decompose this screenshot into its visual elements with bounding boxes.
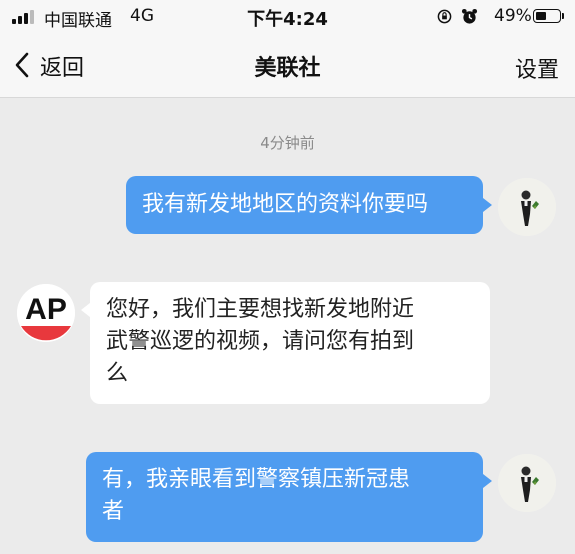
status-time: 下午4:24 [247,9,328,30]
person-avatar-icon [498,454,556,512]
message-bubble-outgoing[interactable]: 我有新发地地区的资料你要吗 [126,176,483,234]
message-timestamp: 4分钟前 [260,134,315,152]
ap-avatar[interactable]: AP [17,284,75,342]
nav-bar: 返回 美联社 设置 [0,34,575,98]
message-line: 武警巡逻的视频，请问您有拍到 [106,329,415,354]
ap-logo-text: AP [25,293,67,326]
rotation-lock-icon [437,9,452,24]
battery-cap [562,13,564,19]
bubble-tail [483,474,492,488]
message-text: 我有新发地地区的资料你要吗 [142,192,429,217]
message-line: 么 [106,361,129,386]
message-bubble-incoming[interactable]: 您好，我们主要想找新发地附近 武警巡逻的视频，请问您有拍到 么 [90,282,490,404]
person-avatar-icon [498,178,556,236]
message-line: 者 [102,499,125,524]
message-line: 有，我亲眼看到警察镇压新冠患 [102,467,411,492]
message-bubble-outgoing[interactable]: 有，我亲眼看到警察镇压新冠患 者 [86,452,483,542]
my-avatar[interactable] [498,454,556,512]
alarm-icon [461,8,478,24]
battery-percent: 49% [494,6,532,26]
status-bar: 中国联通 4G 下午4:24 49% [0,0,575,34]
my-avatar[interactable] [498,178,556,236]
bubble-tail [483,198,492,212]
ap-logo: AP [17,284,75,342]
message-line: 您好，我们主要想找新发地附近 [106,297,415,322]
chat-area[interactable]: 4分钟前 我有新发地地区的资料你要吗 AP 您好，我们主要想找新发地附近 武警巡… [0,98,575,554]
battery-level [536,12,546,20]
bubble-tail [81,303,90,317]
chat-title: 美联社 [254,56,321,81]
settings-button[interactable]: 设置 [515,52,559,84]
battery-icon [533,9,561,23]
